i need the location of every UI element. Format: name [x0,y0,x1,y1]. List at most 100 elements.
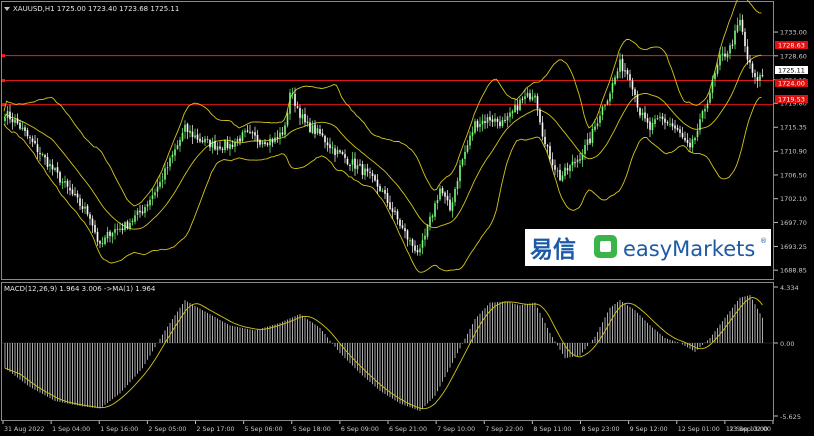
candle-bear[interactable] [411,239,414,246]
candle-bear[interactable] [516,105,519,111]
candle-bull[interactable] [104,237,106,245]
candle-bear[interactable] [126,221,129,229]
candle-bull[interactable] [179,139,181,146]
candle-bear[interactable] [551,159,554,166]
candle-bull[interactable] [691,139,694,148]
candle-bear[interactable] [754,73,756,77]
candle-bull[interactable] [49,164,51,167]
candle-bear[interactable] [546,145,549,147]
candle-bear[interactable] [89,214,91,219]
candle-bear[interactable] [24,127,26,131]
candle-bull[interactable] [729,45,731,54]
candle-bear[interactable] [46,156,49,167]
candle-bear[interactable] [724,53,726,57]
candle-bull[interactable] [424,235,426,240]
candle-bear[interactable] [751,63,754,73]
candle-bear[interactable] [121,228,124,231]
candle-bull[interactable] [439,188,441,200]
candle-bear[interactable] [256,135,259,142]
candle-bull[interactable] [739,19,741,26]
candle-bear[interactable] [679,129,681,133]
candle-bear[interactable] [559,169,561,181]
candle-bear[interactable] [71,189,74,195]
candle-bull[interactable] [474,121,476,133]
candle-bear[interactable] [186,123,189,132]
candle-bear[interactable] [544,136,546,145]
candle-bear[interactable] [56,167,59,173]
candle-bear[interactable] [404,228,406,232]
candle-bull[interactable] [601,106,604,115]
candle-bear[interactable] [539,109,541,123]
candle-bull[interactable] [224,140,226,151]
candle-bear[interactable] [141,211,144,214]
candle-bull[interactable] [616,71,619,79]
candle-bull[interactable] [434,203,436,217]
candle-bear[interactable] [536,96,539,109]
candle-bull[interactable] [166,167,169,169]
candle-bear[interactable] [416,250,419,253]
candle-bear[interactable] [86,205,89,215]
candle-bear[interactable] [44,155,46,158]
candle-bull[interactable] [471,132,474,136]
candle-bull[interactable] [479,123,481,127]
candle-bear[interactable] [671,123,674,127]
candle-bull[interactable] [114,229,116,233]
candle-bull[interactable] [431,215,434,218]
candle-bull[interactable] [64,181,66,183]
candle-bull[interactable] [596,123,599,127]
candle-bear[interactable] [386,193,389,203]
candle-bull[interactable] [174,149,176,156]
candle-bear[interactable] [379,186,381,191]
candle-bull[interactable] [726,53,729,58]
candle-bear[interactable] [349,164,351,166]
candle-bear[interactable] [209,139,211,148]
candle-bear[interactable] [496,118,499,122]
candle-bear[interactable] [99,241,101,244]
candle-bull[interactable] [274,137,276,143]
candle-bull[interactable] [356,165,359,170]
candle-bull[interactable] [451,202,454,211]
candle-bull[interactable] [351,159,354,165]
candle-bear[interactable] [621,58,624,72]
candle-bull[interactable] [146,204,149,207]
candle-bull[interactable] [151,195,154,199]
candle-bear[interactable] [39,152,41,155]
candle-bull[interactable] [381,190,384,192]
candle-bear[interactable] [634,89,636,95]
candle-bull[interactable] [459,165,461,182]
candle-bear[interactable] [499,121,501,127]
candle-bear[interactable] [74,193,76,195]
candle-bull[interactable] [111,232,114,237]
candle-bear[interactable] [31,138,34,142]
candle-bull[interactable] [176,145,179,149]
candle-bull[interactable] [269,138,271,146]
candle-bear[interactable] [646,118,649,123]
candle-bull[interactable] [641,112,644,115]
candle-bear[interactable] [396,211,399,220]
candle-bull[interactable] [289,92,291,114]
candle-bear[interactable] [554,165,556,170]
candle-bear[interactable] [414,245,416,251]
candle-bear[interactable] [326,142,329,146]
candle-bear[interactable] [371,173,374,176]
candle-bear[interactable] [449,199,451,211]
candle-bear[interactable] [36,144,39,153]
candle-bull[interactable] [734,30,736,45]
candle-bull[interactable] [106,231,109,239]
candle-bull[interactable] [206,138,209,140]
candle-bull[interactable] [669,123,671,125]
candle-bear[interactable] [579,159,581,161]
candle-bear[interactable] [199,138,201,142]
candle-bear[interactable] [346,158,349,165]
candle-bull[interactable] [6,111,9,119]
candle-bull[interactable] [486,117,489,123]
candle-bear[interactable] [354,158,356,169]
candle-bull[interactable] [409,240,411,242]
candle-bull[interactable] [699,119,701,131]
candle-bull[interactable] [136,210,139,215]
candle-bear[interactable] [401,225,404,228]
candle-bear[interactable] [51,164,54,170]
level-handle[interactable] [2,103,5,107]
candle-bear[interactable] [321,133,324,136]
candle-bear[interactable] [139,210,141,213]
